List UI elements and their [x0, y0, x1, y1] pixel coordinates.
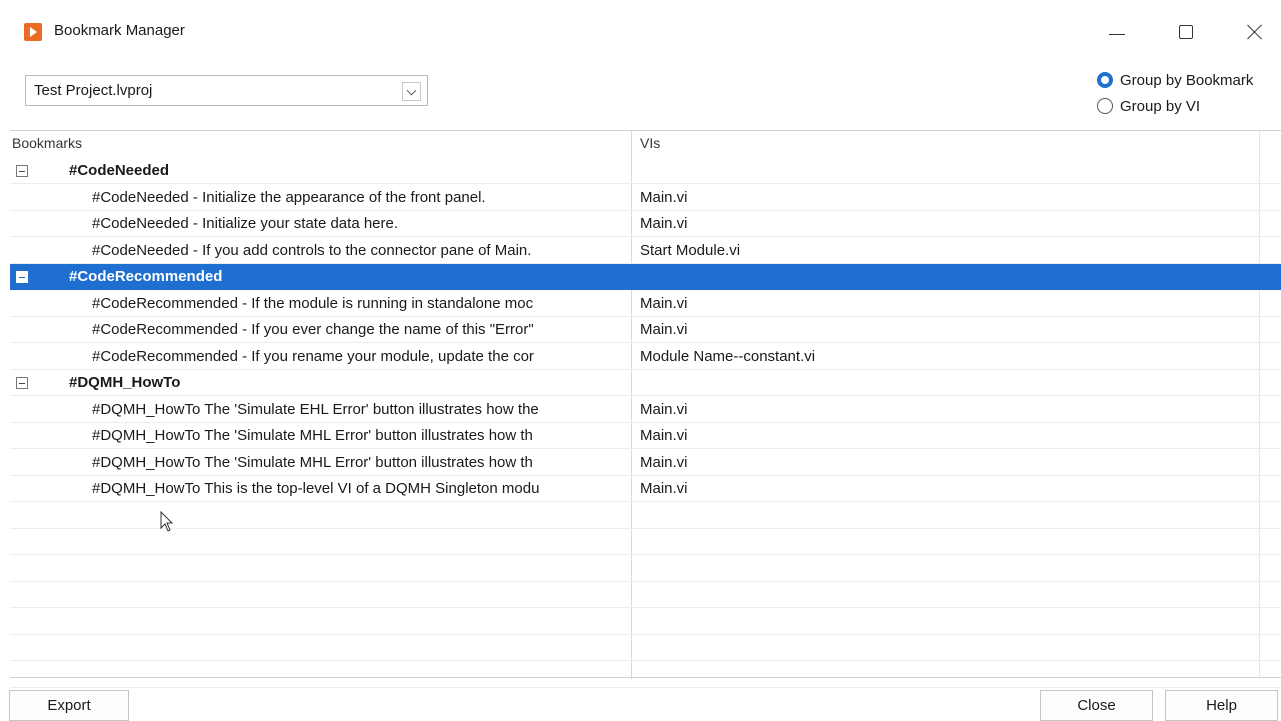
group-by-vi-label: Group by VI — [1120, 97, 1201, 115]
table-row[interactable]: #CodeRecommended - If you ever change th… — [10, 317, 1281, 343]
bookmark-cell: #DQMH_HowTo The 'Simulate EHL Error' but… — [92, 400, 539, 418]
bookmark-cell: #CodeRecommended — [69, 268, 223, 285]
table-row[interactable]: #DQMH_HowTo The 'Simulate EHL Error' but… — [10, 397, 1281, 423]
column-header-vis[interactable]: VIs — [640, 135, 660, 151]
minimize-button[interactable] — [1094, 14, 1140, 50]
vi-cell: Main.vi — [640, 188, 688, 206]
vi-cell: Main.vi — [640, 321, 688, 338]
empty-table-row — [10, 503, 1281, 529]
labview-app-icon — [24, 23, 42, 41]
table-row[interactable]: #DQMH_HowTo The 'Simulate MHL Error' but… — [10, 450, 1281, 476]
minimize-icon — [1109, 33, 1125, 35]
group-by-bookmark-label: Group by Bookmark — [1120, 71, 1254, 89]
table-row[interactable]: #CodeNeeded - Initialize your state data… — [10, 211, 1281, 237]
vi-cell: Main.vi — [640, 294, 688, 312]
bookmark-cell: #CodeRecommended - If you ever change th… — [92, 321, 534, 338]
project-select-value: Test Project.lvproj — [34, 82, 153, 99]
maximize-icon — [1179, 25, 1193, 39]
group-by-vi-option[interactable]: Group by VI — [1097, 95, 1200, 117]
help-button[interactable]: Help — [1165, 690, 1278, 721]
bookmark-cell: #DQMH_HowTo The 'Simulate MHL Error' but… — [92, 453, 533, 471]
maximize-button[interactable] — [1163, 14, 1209, 50]
title-bar: Bookmark Manager — [0, 0, 1281, 62]
collapse-icon[interactable] — [16, 165, 28, 177]
table-group-row[interactable]: #DQMH_HowTo — [10, 370, 1281, 396]
project-select[interactable]: Test Project.lvproj — [25, 75, 428, 106]
empty-table-row — [10, 556, 1281, 582]
vi-cell: Main.vi — [640, 480, 688, 497]
table-row[interactable]: #CodeRecommended - If the module is runn… — [10, 291, 1281, 317]
close-window-button[interactable] — [1232, 14, 1278, 50]
vi-cell: Start Module.vi — [640, 241, 741, 259]
empty-table-row — [10, 609, 1281, 635]
collapse-icon[interactable] — [16, 377, 28, 389]
bookmark-cell: #CodeNeeded — [69, 162, 170, 179]
bookmark-cell: #CodeRecommended - If you rename your mo… — [92, 347, 534, 365]
export-button[interactable]: Export — [9, 690, 129, 721]
vi-cell: Main.vi — [640, 215, 688, 232]
empty-table-row — [10, 529, 1281, 555]
bookmark-cell: #CodeNeeded - Initialize your state data… — [92, 215, 399, 232]
bookmark-cell: #DQMH_HowTo This is the top-level VI of … — [92, 480, 540, 497]
bookmarks-table[interactable]: Bookmarks VIs #CodeNeeded #CodeNeeded - I… — [10, 130, 1281, 688]
chevron-down-icon — [406, 85, 417, 95]
empty-table-row — [10, 582, 1281, 608]
table-row[interactable]: #CodeNeeded - Initialize the appearance … — [10, 185, 1281, 211]
radio-unselected-icon[interactable] — [1097, 98, 1113, 114]
vi-cell: Main.vi — [640, 453, 688, 471]
close-icon — [1247, 24, 1263, 40]
empty-table-row — [10, 662, 1281, 688]
window-title: Bookmark Manager — [54, 22, 185, 39]
group-by-bookmark-option[interactable]: Group by Bookmark — [1097, 69, 1253, 91]
collapse-icon[interactable] — [16, 271, 28, 283]
bookmark-cell: #CodeNeeded - If you add controls to the… — [92, 241, 532, 259]
table-row[interactable]: #CodeRecommended - If you rename your mo… — [10, 344, 1281, 370]
bookmark-cell: #DQMH_HowTo The 'Simulate MHL Error' but… — [92, 427, 533, 444]
radio-selected-icon[interactable] — [1097, 72, 1113, 88]
close-button[interactable]: Close — [1040, 690, 1153, 721]
table-group-row[interactable]: #CodeRecommended — [10, 264, 1281, 290]
bookmark-cell: #DQMH_HowTo — [69, 374, 181, 391]
vi-cell: Module Name--constant.vi — [640, 347, 816, 365]
vi-cell: Main.vi — [640, 427, 688, 444]
column-header-bookmarks[interactable]: Bookmarks — [12, 135, 82, 151]
table-group-row[interactable]: #CodeNeeded — [10, 158, 1281, 184]
table-row[interactable]: #DQMH_HowTo The 'Simulate MHL Error' but… — [10, 423, 1281, 449]
bookmark-cell: #CodeRecommended - If the module is runn… — [92, 294, 534, 312]
project-dropdown-button[interactable] — [402, 82, 421, 101]
vi-cell: Main.vi — [640, 400, 688, 418]
bookmark-cell: #CodeNeeded - Initialize the appearance … — [92, 188, 486, 206]
table-row[interactable]: #CodeNeeded - If you add controls to the… — [10, 238, 1281, 264]
table-row[interactable]: #DQMH_HowTo This is the top-level VI of … — [10, 476, 1281, 502]
empty-table-row — [10, 635, 1281, 661]
